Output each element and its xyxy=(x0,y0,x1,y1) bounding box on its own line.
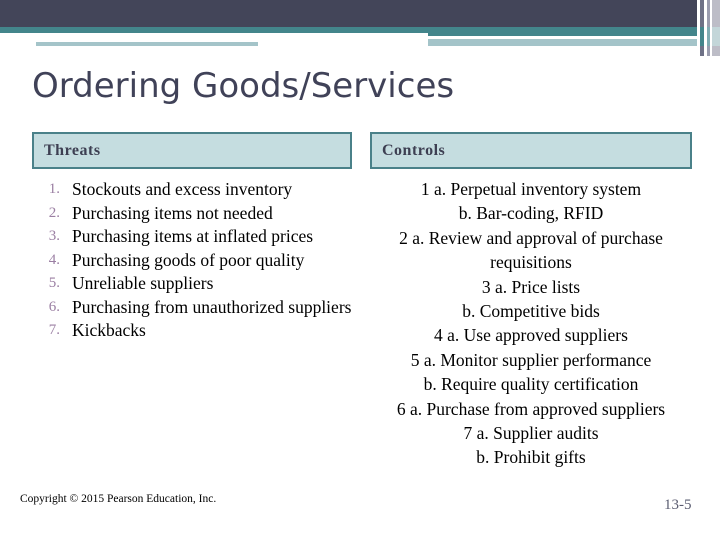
threat-text: Kickbacks xyxy=(72,320,146,340)
controls-column: Controls 1 a. Perpetual inventory system… xyxy=(370,132,692,470)
controls-list: 1 a. Perpetual inventory system b. Bar-c… xyxy=(370,169,692,470)
list-item: b. Bar-coding, RFID xyxy=(458,203,604,224)
threats-list: 1. Stockouts and excess inventory 2. Pur… xyxy=(32,169,352,343)
list-item: 4 a. Use approved suppliers xyxy=(434,325,628,346)
threat-number: 6. xyxy=(48,298,60,315)
header-notch-left xyxy=(0,39,36,46)
header-vertical-stripe-6-lower xyxy=(712,27,720,46)
threat-text: Purchasing items not needed xyxy=(72,202,273,223)
threat-number: 5. xyxy=(48,275,60,291)
header-vertical-stripe-4-lower xyxy=(707,27,710,46)
list-item: 2. Purchasing items not needed xyxy=(32,202,352,226)
header-vertical-stripe-2-lower xyxy=(700,27,704,46)
list-item: 7 a. Supplier audits xyxy=(463,423,599,444)
list-item: 6 a. Purchase from approved suppliers xyxy=(396,398,666,419)
threats-column: Threats 1. Stockouts and excess inventor… xyxy=(32,132,352,470)
list-item: 3 a. Price lists xyxy=(481,276,581,297)
threat-number: 1. xyxy=(48,181,60,197)
threat-text: Purchasing from unauthorized suppliers xyxy=(72,296,352,317)
threat-text: Stockouts and excess inventory xyxy=(72,179,293,199)
list-item: 3. Purchasing items at inflated prices xyxy=(32,225,352,249)
header-baseline-white xyxy=(0,46,720,56)
list-item: 5 a. Monitor supplier performance xyxy=(410,349,652,370)
column-header-threats: Threats xyxy=(32,132,352,169)
threat-text: Purchasing goods of poor quality xyxy=(72,249,305,270)
column-header-controls: Controls xyxy=(370,132,692,169)
header-white-line-right xyxy=(428,36,700,39)
threats-controls-table: Threats 1. Stockouts and excess inventor… xyxy=(32,132,692,470)
list-item: 4. Purchasing goods of poor quality xyxy=(32,249,352,273)
header-thin-white-line xyxy=(36,39,258,42)
page-title: Ordering Goods/Services xyxy=(32,66,455,106)
list-item: b. Prohibit gifts xyxy=(476,447,586,468)
header-notch-mid xyxy=(258,39,428,46)
threat-text: Purchasing items at inflated prices xyxy=(72,226,314,246)
list-item: b. Competitive bids xyxy=(462,301,600,322)
threat-number: 4. xyxy=(48,251,60,268)
list-item: b. Require quality certification xyxy=(423,374,639,395)
list-item: 6. Purchasing from unauthorized supplier… xyxy=(32,296,352,320)
list-item: 5. Unreliable suppliers xyxy=(32,272,352,296)
copyright-notice: Copyright © 2015 Pearson Education, Inc. xyxy=(20,493,217,505)
threat-text: Unreliable suppliers xyxy=(72,273,214,293)
slide-header-band xyxy=(0,0,720,56)
threat-number: 2. xyxy=(48,204,60,221)
list-item: 1 a. Perpetual inventory system xyxy=(420,179,642,199)
header-pale-accent-right xyxy=(428,39,670,46)
threat-number: 3. xyxy=(48,228,60,244)
threat-number: 7. xyxy=(48,322,60,338)
list-item: 2 a. Review and approval of purchase req… xyxy=(399,227,663,273)
page-number: 13-5 xyxy=(664,497,692,513)
list-item: 7. Kickbacks xyxy=(32,319,352,343)
list-item: 1. Stockouts and excess inventory xyxy=(32,178,352,202)
header-dark-bar xyxy=(0,0,720,27)
